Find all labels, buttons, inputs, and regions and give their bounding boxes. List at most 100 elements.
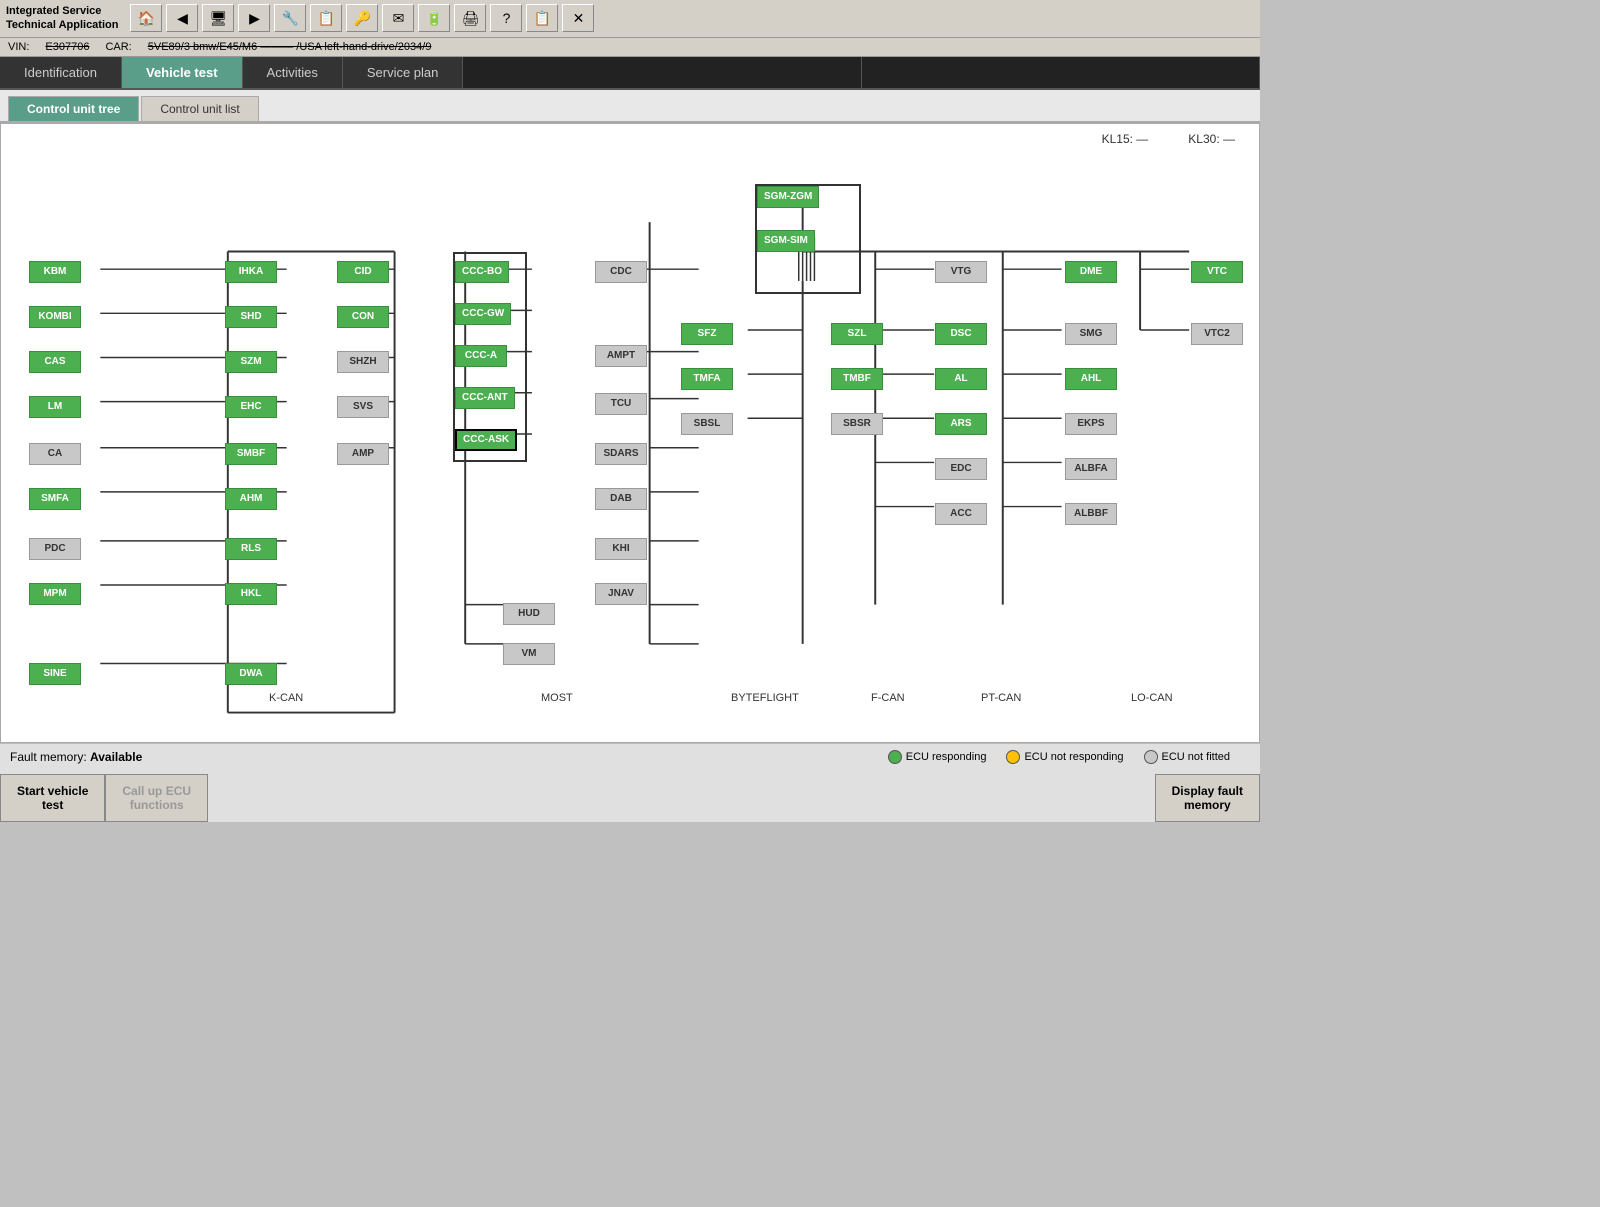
ecu-hkl[interactable]: HKL bbox=[225, 583, 277, 605]
ecu-svs[interactable]: SVS bbox=[337, 396, 389, 418]
ecu-ahl[interactable]: AHL bbox=[1065, 368, 1117, 390]
ecu-smg[interactable]: SMG bbox=[1065, 323, 1117, 345]
ecu-lm[interactable]: LM bbox=[29, 396, 81, 418]
display-fault-memory-button[interactable]: Display faultmemory bbox=[1155, 774, 1260, 822]
ecu-dme[interactable]: DME bbox=[1065, 261, 1117, 283]
tab-activities[interactable]: Activities bbox=[243, 57, 343, 88]
ecu-tcu[interactable]: TCU bbox=[595, 393, 647, 415]
ecu-jnav[interactable]: JNAV bbox=[595, 583, 647, 605]
forward-button[interactable]: ▶ bbox=[238, 4, 270, 32]
ecu-dwa[interactable]: DWA bbox=[225, 663, 277, 685]
subtab-control-unit-tree[interactable]: Control unit tree bbox=[8, 96, 139, 121]
ecu-edc[interactable]: EDC bbox=[935, 458, 987, 480]
ecu-ca[interactable]: CA bbox=[29, 443, 81, 465]
can-label-k-can: K-CAN bbox=[269, 692, 303, 704]
ecu-kbm[interactable]: KBM bbox=[29, 261, 81, 283]
ecu-sbsl[interactable]: SBSL bbox=[681, 413, 733, 435]
ecu-albfa[interactable]: ALBFA bbox=[1065, 458, 1117, 480]
back-button[interactable]: ◀ bbox=[166, 4, 198, 32]
car-label: CAR: bbox=[105, 41, 131, 53]
legend-responding: ECU responding bbox=[888, 750, 987, 764]
ecu-szl[interactable]: SZL bbox=[831, 323, 883, 345]
ecu-shd[interactable]: SHD bbox=[225, 306, 277, 328]
ecu-ekps[interactable]: EKPS bbox=[1065, 413, 1117, 435]
ecu-smfa[interactable]: SMFA bbox=[29, 488, 81, 510]
bottom-section: Fault memory: Available ECU responding E… bbox=[0, 743, 1260, 822]
subtab-bar: Control unit tree Control unit list bbox=[0, 90, 1260, 123]
ecu-ars[interactable]: ARS bbox=[935, 413, 987, 435]
ecu-mpm[interactable]: MPM bbox=[29, 583, 81, 605]
ecu-dab[interactable]: DAB bbox=[595, 488, 647, 510]
key-button[interactable]: 🔑 bbox=[346, 4, 378, 32]
action-buttons: Start vehicletest Call up ECUfunctions bbox=[0, 774, 208, 822]
ecu-shzh[interactable]: SHZH bbox=[337, 351, 389, 373]
screen-button[interactable]: 🖥 bbox=[202, 4, 234, 32]
ecu-hud[interactable]: HUD bbox=[503, 603, 555, 625]
ecu-sine[interactable]: SINE bbox=[29, 663, 81, 685]
ecu-cas[interactable]: CAS bbox=[29, 351, 81, 373]
mail-button[interactable]: ✉ bbox=[382, 4, 414, 32]
ecu-sgm-sim[interactable]: SGM-SIM bbox=[757, 230, 815, 252]
ecu-ccc-bo[interactable]: CCC-BO bbox=[455, 261, 509, 283]
vin-label: VIN: bbox=[8, 41, 29, 53]
ecu-sdars[interactable]: SDARS bbox=[595, 443, 647, 465]
ecu-rls[interactable]: RLS bbox=[225, 538, 277, 560]
can-label-most: MOST bbox=[541, 692, 573, 704]
ecu-khi[interactable]: KHI bbox=[595, 538, 647, 560]
ecu-ihka[interactable]: IHKA bbox=[225, 261, 277, 283]
ecu-ehc[interactable]: EHC bbox=[225, 396, 277, 418]
ecu-vtc2[interactable]: VTC2 bbox=[1191, 323, 1243, 345]
ecu-kombi[interactable]: KOMBI bbox=[29, 306, 81, 328]
ecu-sfz[interactable]: SFZ bbox=[681, 323, 733, 345]
legend-dot-yellow bbox=[1006, 750, 1020, 764]
start-vehicle-test-button[interactable]: Start vehicletest bbox=[0, 774, 105, 822]
tab-empty2[interactable] bbox=[862, 57, 1260, 88]
print-button[interactable]: 🖨 bbox=[454, 4, 486, 32]
ecu-albbf[interactable]: ALBBF bbox=[1065, 503, 1117, 525]
legend-label-not-responding: ECU not responding bbox=[1024, 751, 1123, 763]
ecu-ccc-a[interactable]: CCC-A bbox=[455, 345, 507, 367]
ecu-vtc[interactable]: VTC bbox=[1191, 261, 1243, 283]
right-buttons: Display faultmemory bbox=[1155, 774, 1260, 822]
help-button[interactable]: ? bbox=[490, 4, 522, 32]
ecu-ahm[interactable]: AHM bbox=[225, 488, 277, 510]
legend-not-fitted: ECU not fitted bbox=[1144, 750, 1230, 764]
can-label-pt-can: PT-CAN bbox=[981, 692, 1021, 704]
ecu-smbf[interactable]: SMBF bbox=[225, 443, 277, 465]
subtab-control-unit-list[interactable]: Control unit list bbox=[141, 96, 258, 121]
tab-identification[interactable]: Identification bbox=[0, 57, 122, 88]
battery-button[interactable]: 🔋 bbox=[418, 4, 450, 32]
ecu-ccc-gw[interactable]: CCC-GW bbox=[455, 303, 511, 325]
wrench-button[interactable]: 🔧 bbox=[274, 4, 306, 32]
ecu-szm[interactable]: SZM bbox=[225, 351, 277, 373]
ecu-cid[interactable]: CID bbox=[337, 261, 389, 283]
ecu-al[interactable]: AL bbox=[935, 368, 987, 390]
callup-ecu-button[interactable]: Call up ECUfunctions bbox=[105, 774, 208, 822]
close-button[interactable]: ✕ bbox=[562, 4, 594, 32]
tab-empty1[interactable] bbox=[463, 57, 861, 88]
ecu-cdc[interactable]: CDC bbox=[595, 261, 647, 283]
ecu-ccc-ant[interactable]: CCC-ANT bbox=[455, 387, 515, 409]
ecu-acc[interactable]: ACC bbox=[935, 503, 987, 525]
ecu-dsc[interactable]: DSC bbox=[935, 323, 987, 345]
ecu-con[interactable]: CON bbox=[337, 306, 389, 328]
bottom-row: Fault memory: Available ECU responding E… bbox=[0, 744, 1260, 770]
ecu-ampt[interactable]: AMPT bbox=[595, 345, 647, 367]
ecu-vm[interactable]: VM bbox=[503, 643, 555, 665]
ecu-ccc-ask[interactable]: CCC-ASK bbox=[455, 429, 517, 451]
can-label-lo-can: LO-CAN bbox=[1131, 692, 1173, 704]
home-button[interactable]: 🏠 bbox=[130, 4, 162, 32]
ecu-tmfa[interactable]: TMFA bbox=[681, 368, 733, 390]
tab-vehicle-test[interactable]: Vehicle test bbox=[122, 57, 243, 88]
ecu-sbsr[interactable]: SBSR bbox=[831, 413, 883, 435]
ecu-vtg[interactable]: VTG bbox=[935, 261, 987, 283]
list-button[interactable]: 📋 bbox=[526, 4, 558, 32]
ecu-amp[interactable]: AMP bbox=[337, 443, 389, 465]
ecu-tmbf[interactable]: TMBF bbox=[831, 368, 883, 390]
ecu-pdc[interactable]: PDC bbox=[29, 538, 81, 560]
tab-bar: Identification Vehicle test Activities S… bbox=[0, 57, 1260, 90]
ecu-sgm-zgm[interactable]: SGM-ZGM bbox=[757, 186, 819, 208]
tab-service-plan[interactable]: Service plan bbox=[343, 57, 464, 88]
report-button[interactable]: 📋 bbox=[310, 4, 342, 32]
diagram-area: KBM KOMBI CAS LM CA SMFA PDC MPM SINE IH… bbox=[1, 124, 1259, 724]
